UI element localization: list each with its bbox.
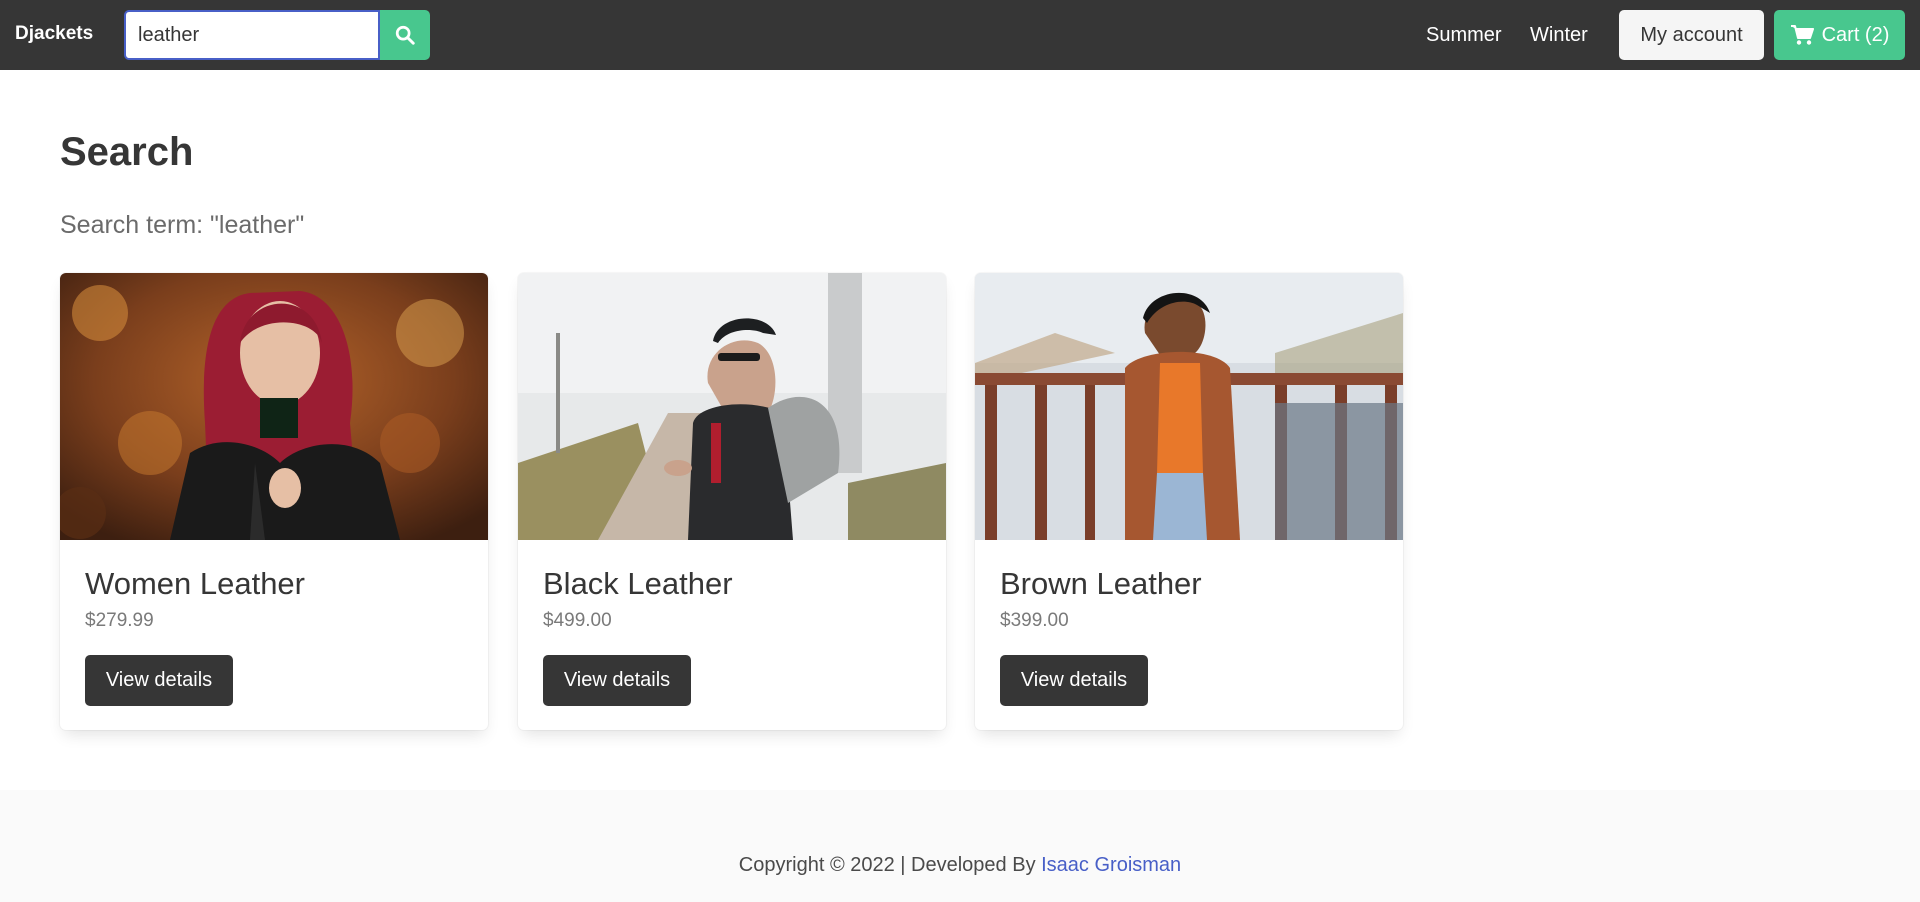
developer-link[interactable]: Isaac Groisman xyxy=(1041,854,1181,876)
product-price: $499.00 xyxy=(543,610,612,631)
product-card: Black Leather $499.00 View details xyxy=(518,273,946,730)
view-details-button[interactable]: View details xyxy=(85,655,233,706)
view-details-label: View details xyxy=(105,669,213,691)
search-term-subtitle: Search term: "leather" xyxy=(60,211,305,239)
view-details-button[interactable]: View details xyxy=(543,655,691,706)
product-card: Brown Leather $399.00 View details xyxy=(975,273,1403,730)
brand-logo[interactable]: Djackets xyxy=(15,23,93,45)
search-input[interactable] xyxy=(124,10,380,60)
view-details-label: View details xyxy=(563,669,671,691)
product-image-brown-leather[interactable] xyxy=(975,273,1403,540)
navbar: Djackets Summer Winter My account Cart (… xyxy=(0,0,1920,70)
cart-label: Cart (2) xyxy=(1821,23,1890,46)
copyright-label: Copyright © 2022 | Developed By xyxy=(738,854,1042,876)
footer: Copyright © 2022 | Developed By Isaac Gr… xyxy=(0,790,1920,902)
cart-button[interactable]: Cart (2) xyxy=(1774,10,1905,60)
product-image-black-leather[interactable] xyxy=(518,273,946,540)
nav-link-summer[interactable]: Summer xyxy=(1426,24,1502,47)
nav-link-winter[interactable]: Winter xyxy=(1530,24,1588,47)
my-account-button[interactable]: My account xyxy=(1619,10,1764,60)
copyright-text: Copyright © 2022 | Developed By Isaac Gr… xyxy=(739,854,1181,877)
product-price: $279.99 xyxy=(85,610,154,631)
page-title: Search xyxy=(60,130,194,174)
view-details-label: View details xyxy=(1020,669,1128,691)
product-name: Brown Leather xyxy=(1000,566,1202,601)
search-icon xyxy=(395,25,415,45)
product-price: $399.00 xyxy=(1000,610,1069,631)
product-card: Women Leather $279.99 View details xyxy=(60,273,488,730)
product-image-women-leather[interactable] xyxy=(60,273,488,540)
search-button[interactable] xyxy=(380,10,430,60)
view-details-button[interactable]: View details xyxy=(1000,655,1148,706)
product-name: Black Leather xyxy=(543,566,733,601)
product-name: Women Leather xyxy=(85,566,305,601)
shopping-cart-icon xyxy=(1790,25,1814,45)
my-account-label: My account xyxy=(1640,23,1743,46)
